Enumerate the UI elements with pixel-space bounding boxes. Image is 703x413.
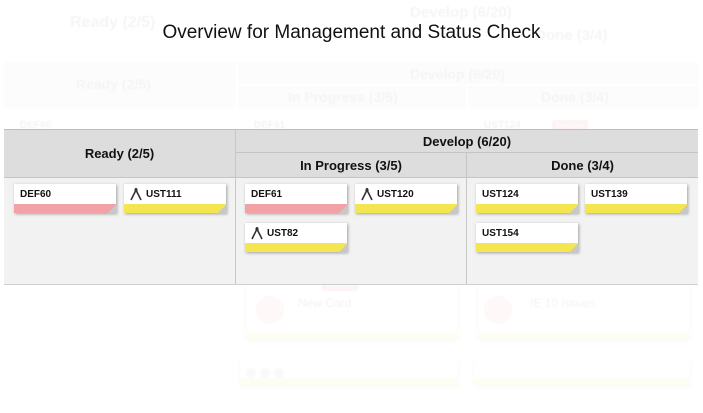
fork-icon — [251, 227, 263, 240]
card-id: UST139 — [591, 189, 628, 200]
card-stripe — [245, 243, 347, 252]
card-id: DEF61 — [251, 189, 283, 200]
card-stripe — [355, 204, 457, 213]
card-id: DEF60 — [20, 189, 52, 200]
card-stripe — [14, 204, 116, 213]
card-curl — [678, 204, 688, 214]
card-id: UST111 — [146, 189, 182, 200]
done-column-header[interactable]: Done (3/4) — [467, 153, 698, 178]
ready-column-header[interactable]: Ready (2/5) — [4, 130, 235, 178]
card-stripe — [476, 204, 578, 213]
top-overlay — [0, 0, 703, 130]
card-curl — [569, 204, 579, 214]
fork-icon — [361, 188, 373, 201]
page-title: Overview for Management and Status Check — [162, 22, 541, 43]
kanban-board: Ready (2/5) Develop (6/20) In Progress (… — [4, 129, 698, 285]
card-id: UST82 — [267, 228, 299, 239]
card-curl — [338, 204, 348, 214]
card-curl — [569, 243, 579, 253]
card-def61[interactable]: DEF61 — [245, 184, 348, 214]
card-id: UST120 — [377, 189, 414, 200]
card-curl — [448, 204, 458, 214]
card-ust111[interactable]: UST111 — [124, 184, 227, 214]
in-progress-column-header[interactable]: In Progress (3/5) — [236, 153, 467, 178]
card-ust139[interactable]: UST139 — [585, 184, 688, 214]
card-ust120[interactable]: UST120 — [355, 184, 458, 214]
card-stripe — [585, 204, 687, 213]
develop-column-header[interactable]: Develop (6/20) — [236, 130, 698, 153]
card-stripe — [476, 243, 578, 252]
card-curl — [107, 204, 117, 214]
card-curl — [338, 243, 348, 253]
card-def60[interactable]: DEF60 — [14, 184, 117, 214]
fork-icon — [130, 188, 142, 201]
card-ust82[interactable]: UST82 — [245, 223, 348, 253]
column-divider — [466, 177, 467, 284]
card-ust124[interactable]: UST124 — [476, 184, 579, 214]
card-ust154[interactable]: UST154 — [476, 223, 579, 253]
card-stripe — [245, 204, 347, 213]
card-id: UST124 — [482, 189, 519, 200]
card-curl — [217, 204, 227, 214]
card-id: UST154 — [482, 228, 519, 239]
card-stripe — [124, 204, 226, 213]
bottom-overlay — [0, 283, 703, 413]
